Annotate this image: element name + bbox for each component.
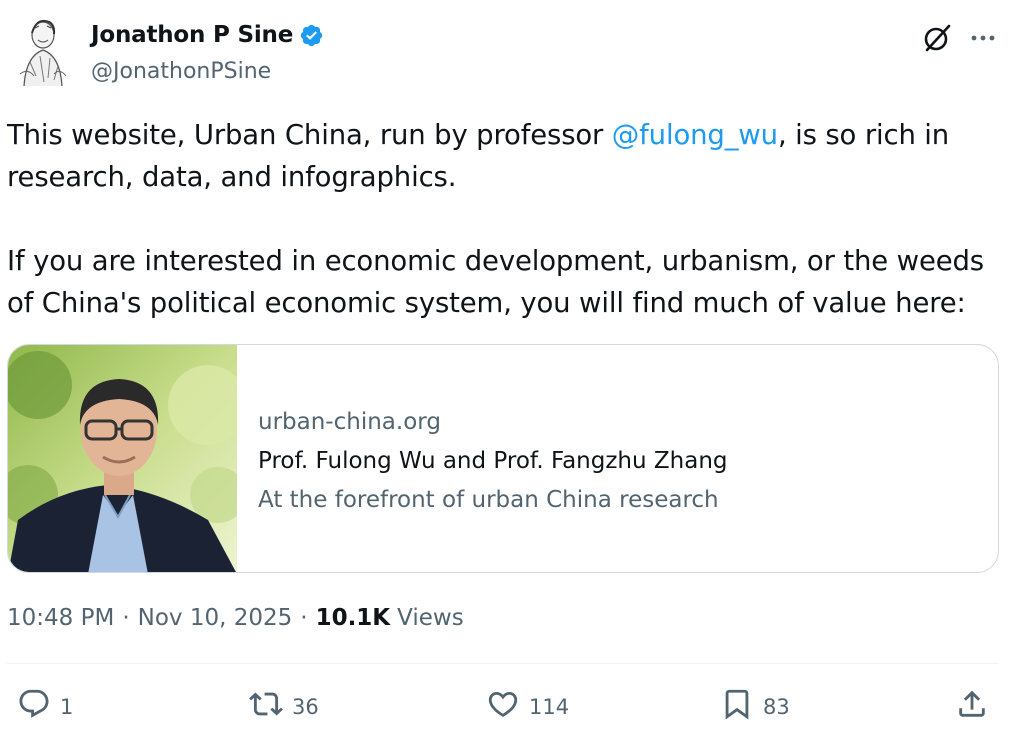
tweet-date[interactable]: Nov 10, 2025 (138, 605, 293, 631)
more-options-icon[interactable] (969, 24, 997, 52)
avatar[interactable] (14, 16, 72, 88)
reply-icon (17, 687, 51, 726)
grok-icon[interactable] (921, 22, 953, 54)
card-title[interactable]: Prof. Fulong Wu and Prof. Fangzhu Zhang (258, 446, 728, 476)
views-label: Views (397, 605, 464, 631)
bookmark-icon (720, 687, 754, 726)
repost-count: 36 (292, 694, 319, 719)
mention-link[interactable]: @fulong_wu (612, 119, 778, 151)
separator: · (300, 605, 308, 631)
action-bar: 1 36 114 83 (0, 687, 1011, 727)
like-button[interactable]: 114 (486, 687, 569, 726)
share-button[interactable] (955, 687, 989, 726)
reply-count: 1 (60, 694, 74, 719)
separator: · (122, 605, 130, 631)
tweet-paragraph-2: If you are interested in economic develo… (7, 245, 984, 319)
reply-button[interactable]: 1 (17, 687, 73, 726)
verified-badge-icon[interactable] (299, 23, 324, 48)
repost-icon (249, 687, 283, 726)
bookmark-count: 83 (763, 694, 790, 719)
tweet-paragraph-1: This website, Urban China, run by profes… (7, 114, 992, 198)
card-description: At the forefront of urban China research (258, 487, 719, 513)
tweet-time[interactable]: 10:48 PM (7, 605, 114, 631)
bookmark-button[interactable]: 83 (720, 687, 790, 726)
author-name[interactable]: Jonathon P Sine (91, 22, 293, 48)
divider (7, 663, 999, 664)
tweet-text: This website, Urban China, run by profes… (7, 114, 992, 324)
repost-button[interactable]: 36 (249, 687, 319, 726)
tweet-text-part: This website, Urban China, run by profes… (7, 119, 612, 151)
like-count: 114 (529, 694, 570, 719)
author-handle[interactable]: @JonathonPSine (91, 59, 271, 84)
share-icon (955, 687, 989, 726)
tweet-meta: 10:48 PM · Nov 10, 2025 · 10.1K Views (7, 605, 464, 631)
heart-icon (486, 687, 520, 726)
views-count[interactable]: 10.1K (316, 605, 391, 631)
card-image[interactable] (8, 345, 248, 572)
link-preview-card[interactable]: urban-china.org Prof. Fulong Wu and Prof… (7, 344, 999, 573)
card-domain[interactable]: urban-china.org (258, 407, 728, 437)
